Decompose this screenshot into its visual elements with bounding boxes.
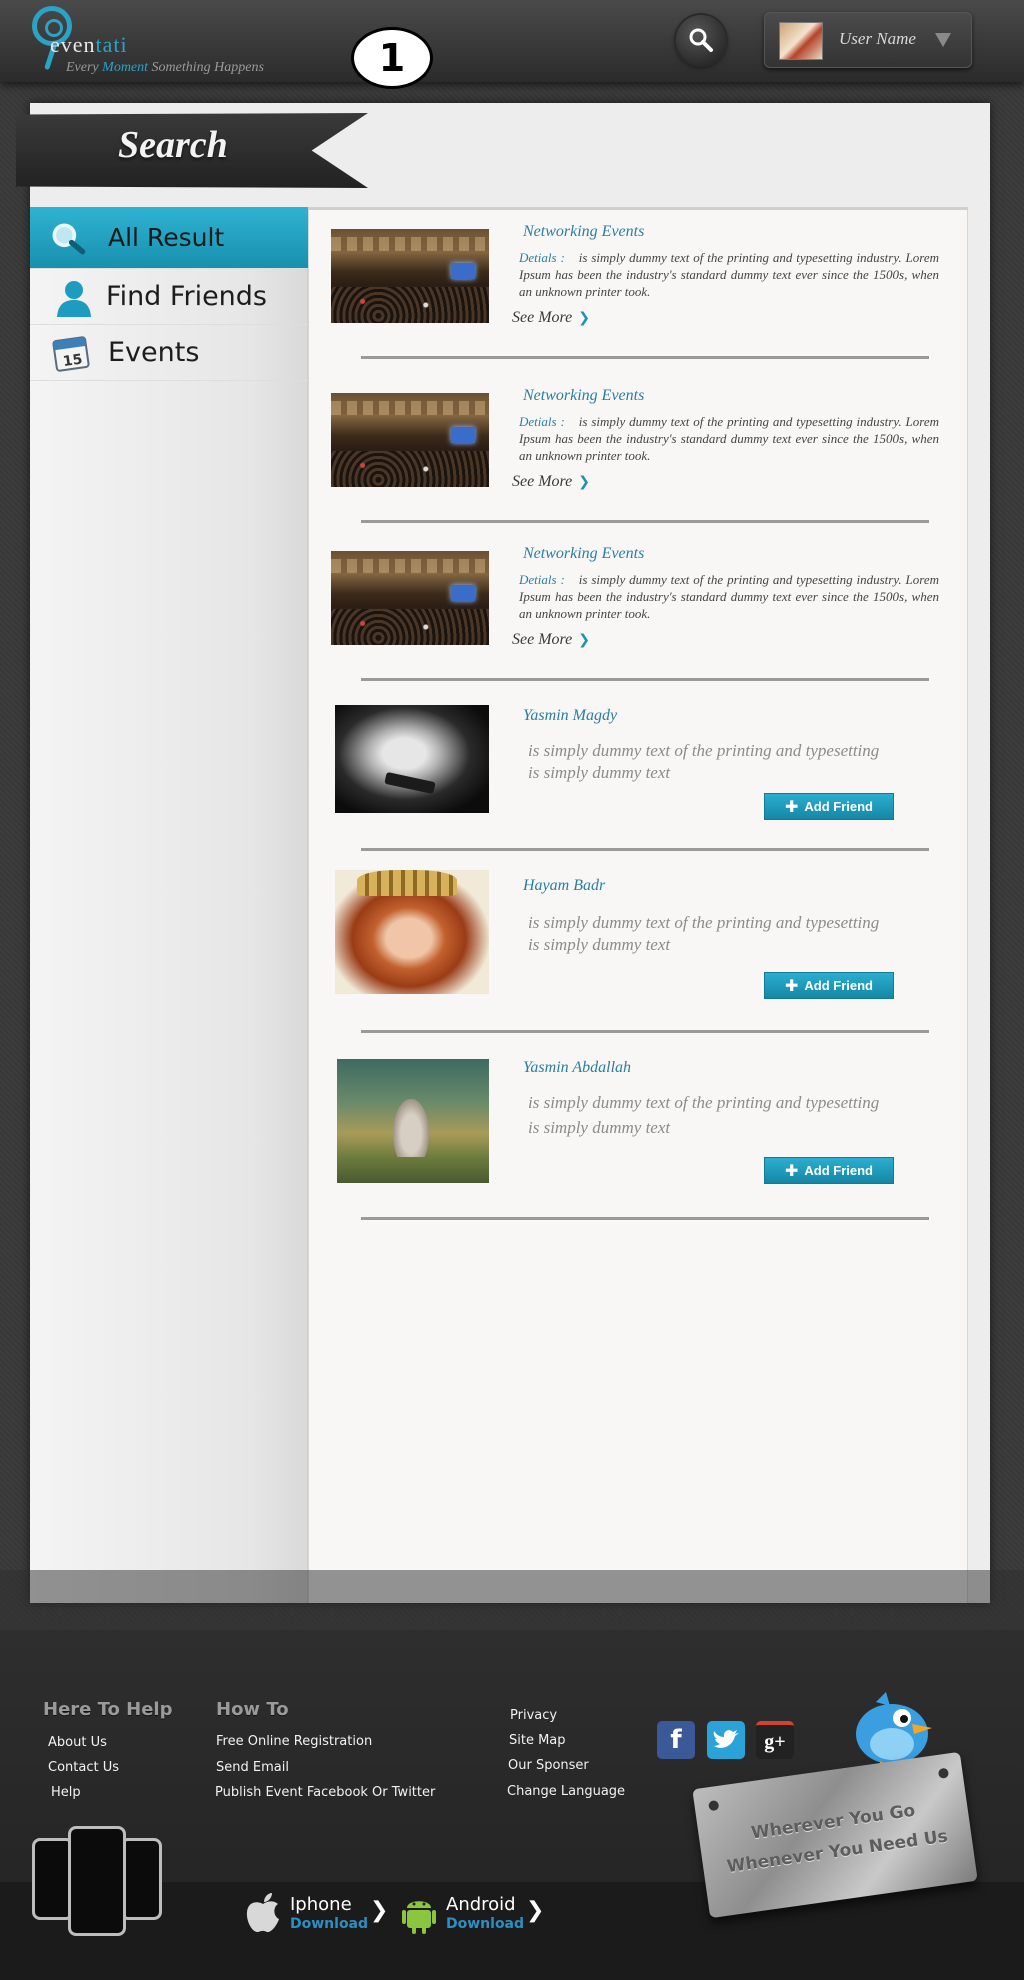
see-more-link[interactable]: See More ❯: [512, 631, 590, 649]
friend-name[interactable]: Hayam Badr: [523, 877, 605, 895]
event-thumbnail[interactable]: [331, 551, 489, 645]
google-plus-icon[interactable]: g+: [756, 1721, 794, 1759]
store-name: Iphone: [290, 1894, 352, 1915]
sidebar-item-label: Events: [108, 337, 200, 368]
friend-description-line2: is simply dummy text: [528, 935, 671, 954]
friend-description-line2: is simply dummy text: [528, 1118, 671, 1137]
footer-link-send-email[interactable]: Send Email: [216, 1760, 289, 1775]
page-title: Search: [118, 124, 228, 166]
event-description: Detials : is simply dummy text of the pri…: [519, 250, 939, 299]
avatar: [779, 22, 823, 60]
plus-icon: ✚: [784, 797, 799, 816]
event-description: Detials : is simply dummy text of the pri…: [519, 572, 939, 621]
add-friend-button[interactable]: ✚ Add Friend: [764, 1157, 894, 1184]
sidebar-item-label: Find Friends: [106, 281, 267, 312]
see-more-link[interactable]: See More ❯: [512, 473, 590, 491]
plus-icon: ✚: [784, 976, 799, 995]
logo-tagline: Every Moment Something Happens: [66, 60, 264, 75]
step-marker: 1: [351, 27, 433, 89]
top-header: eventati Every Moment Something Happens …: [0, 0, 1024, 82]
eventati-logo[interactable]: eventati Every Moment Something Happens: [32, 4, 264, 78]
chevron-down-icon: [935, 33, 951, 47]
calendar-day: 15: [62, 351, 84, 370]
results-list: Networking Events Detials : is simply dum…: [308, 207, 968, 1603]
facebook-icon[interactable]: f: [657, 1721, 695, 1759]
event-description: Detials : is simply dummy text of the pri…: [519, 414, 939, 463]
magnifier-icon: [52, 222, 86, 254]
event-thumbnail[interactable]: [331, 229, 489, 323]
event-thumbnail[interactable]: [331, 393, 489, 487]
friend-photo[interactable]: [335, 870, 489, 994]
add-friend-button[interactable]: ✚ Add Friend: [764, 793, 894, 820]
user-menu[interactable]: User Name: [764, 12, 972, 68]
footer-link-privacy[interactable]: Privacy: [510, 1708, 557, 1723]
twitter-icon[interactable]: [707, 1721, 745, 1759]
divider: [361, 848, 929, 851]
footer-link-help[interactable]: Help: [51, 1785, 81, 1800]
footer-link-our-sponser[interactable]: Our Sponser: [508, 1758, 589, 1773]
divider: [361, 520, 929, 523]
footer-link-change-language[interactable]: Change Language: [507, 1784, 625, 1799]
logo-name-part2: tati: [95, 32, 128, 57]
user-name: User Name: [839, 29, 916, 48]
divider: [361, 356, 929, 359]
plus-icon: ✚: [784, 1161, 799, 1180]
sidebar: All Result Find Friends 15 Events: [30, 207, 308, 1603]
add-friend-button[interactable]: ✚ Add Friend: [764, 972, 894, 999]
footer-link-free-registration[interactable]: Free Online Registration: [216, 1734, 372, 1749]
iphone-download-link[interactable]: Iphone Download ❯: [244, 1890, 388, 1938]
divider: [361, 1217, 929, 1220]
chevron-right-icon: ❯: [526, 1898, 545, 1923]
friend-description-line1: is simply dummy text of the printing and…: [528, 1093, 880, 1112]
android-icon: [402, 1901, 436, 1934]
phones-illustration: [28, 1826, 168, 1941]
footer-link-site-map[interactable]: Site Map: [509, 1733, 566, 1748]
event-title[interactable]: Networking Events: [523, 223, 644, 241]
store-name: Android: [446, 1894, 516, 1915]
chevron-right-icon: ❯: [370, 1898, 389, 1923]
search-button[interactable]: [676, 15, 726, 65]
event-title[interactable]: Networking Events: [523, 387, 644, 405]
apple-icon: [246, 1893, 279, 1933]
android-download-link[interactable]: Android Download ❯: [400, 1890, 545, 1938]
sidebar-item-all-result[interactable]: All Result: [30, 207, 308, 269]
chevron-right-icon: ❯: [578, 632, 590, 648]
friend-name[interactable]: Yasmin Abdallah: [523, 1059, 631, 1077]
search-icon: [689, 28, 713, 52]
store-download-label: Download: [446, 1916, 525, 1932]
chevron-right-icon: ❯: [578, 474, 590, 490]
see-more-link[interactable]: See More ❯: [512, 309, 590, 327]
friend-photo[interactable]: [335, 705, 489, 813]
calendar-icon: 15: [52, 335, 90, 372]
friend-description-line1: is simply dummy text of the printing and…: [528, 913, 880, 932]
footer-link-publish-event[interactable]: Publish Event Facebook Or Twitter: [215, 1785, 435, 1800]
friend-name[interactable]: Yasmin Magdy: [523, 707, 617, 725]
friend-description-line2: is simply dummy text: [528, 763, 671, 782]
footer-link-about-us[interactable]: About Us: [48, 1735, 107, 1750]
sidebar-item-events[interactable]: 15 Events: [30, 325, 308, 381]
sidebar-item-find-friends[interactable]: Find Friends: [30, 269, 308, 325]
chevron-right-icon: ❯: [578, 310, 590, 326]
divider: [361, 1030, 929, 1033]
logo-name-part1: even: [50, 32, 96, 57]
person-icon: [57, 280, 91, 317]
store-download-label: Download: [290, 1916, 369, 1932]
bird-glyph: [713, 1730, 739, 1748]
footer-link-contact-us[interactable]: Contact Us: [48, 1760, 119, 1775]
friend-photo[interactable]: [337, 1059, 489, 1183]
footer-heading-here-to-help: Here To Help: [43, 1699, 173, 1720]
friend-description-line1: is simply dummy text of the printing and…: [528, 741, 880, 760]
divider: [361, 678, 929, 681]
sidebar-item-label: All Result: [108, 223, 225, 252]
footer-heading-how-to: How To: [216, 1699, 289, 1720]
event-title[interactable]: Networking Events: [523, 545, 644, 563]
